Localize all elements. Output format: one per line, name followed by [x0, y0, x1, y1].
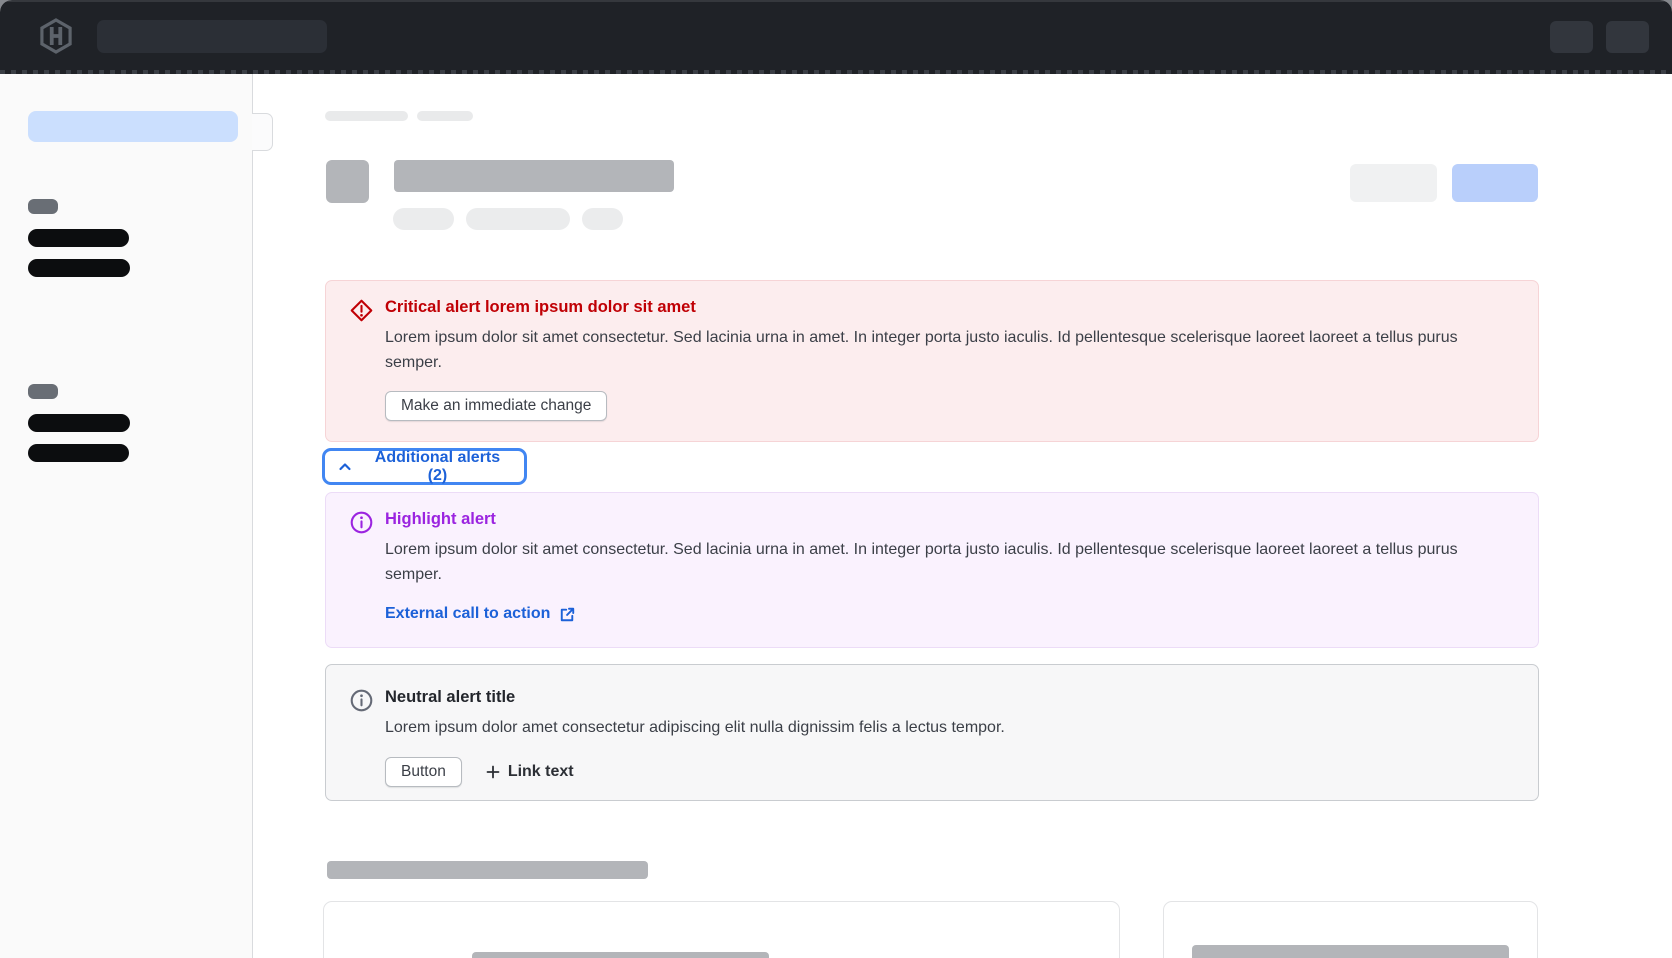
neutral-alert-title: Neutral alert title: [385, 687, 1514, 707]
neutral-alert-body: Lorem ipsum dolor amet consectetur adipi…: [385, 715, 1517, 740]
sidebar-section-label-skeleton: [28, 384, 58, 399]
topbar-action-skeleton[interactable]: [1550, 21, 1593, 53]
card-content-skeleton: [472, 952, 769, 958]
critical-alert: Critical alert lorem ipsum dolor sit ame…: [325, 280, 1539, 442]
sidebar-item-skeleton[interactable]: [28, 259, 130, 277]
primary-button-skeleton[interactable]: [1452, 164, 1538, 202]
breadcrumb-skeleton: [325, 111, 408, 121]
hashicorp-logo: [37, 17, 75, 55]
search-input-skeleton[interactable]: [97, 20, 327, 53]
sidebar-item-skeleton[interactable]: [28, 414, 130, 432]
immediate-change-button[interactable]: Make an immediate change: [385, 391, 607, 421]
badge-skeleton: [393, 208, 454, 230]
sidebar-section-label-skeleton: [28, 199, 58, 214]
page-icon-skeleton: [326, 160, 369, 203]
top-nav-bar: [0, 0, 1672, 74]
add-link-label: Link text: [508, 763, 574, 781]
sidebar-active-item-skeleton[interactable]: [28, 111, 238, 142]
section-title-skeleton: [327, 861, 648, 879]
chevron-up-icon: [337, 459, 353, 475]
app-window: Critical alert lorem ipsum dolor sit ame…: [0, 0, 1672, 958]
topbar-action-skeleton[interactable]: [1606, 21, 1649, 53]
alert-diamond-icon: [349, 298, 374, 323]
badge-skeleton: [466, 208, 570, 230]
plus-icon: [486, 765, 500, 779]
card-content-skeleton: [1192, 945, 1509, 958]
sidebar-item-skeleton[interactable]: [28, 444, 129, 462]
content-card: [1163, 901, 1538, 958]
info-icon: [349, 688, 374, 713]
breadcrumb-skeleton: [417, 111, 473, 121]
secondary-button-skeleton[interactable]: [1350, 164, 1437, 202]
external-link-icon: [559, 606, 576, 623]
highlight-alert-body: Lorem ipsum dolor sit amet consectetur. …: [385, 537, 1517, 587]
neutral-alert-actions: Button Link text: [385, 757, 1514, 787]
critical-alert-title: Critical alert lorem ipsum dolor sit ame…: [385, 297, 1514, 317]
sidebar-collapse-handle[interactable]: [252, 113, 273, 151]
neutral-alert: Neutral alert title Lorem ipsum dolor am…: [325, 664, 1539, 801]
badge-skeleton: [582, 208, 623, 230]
additional-alerts-label: Additional alerts (2): [363, 449, 512, 485]
neutral-button[interactable]: Button: [385, 757, 462, 787]
add-link[interactable]: Link text: [486, 763, 574, 781]
sidebar: [0, 74, 253, 958]
info-icon: [349, 510, 374, 535]
sidebar-item-skeleton[interactable]: [28, 229, 129, 247]
highlight-alert: Highlight alert Lorem ipsum dolor sit am…: [325, 492, 1539, 648]
content-card: [323, 901, 1120, 958]
page-title-skeleton: [394, 160, 674, 192]
external-cta-label: External call to action: [385, 605, 550, 623]
external-cta-link[interactable]: External call to action: [385, 605, 576, 623]
highlight-alert-title: Highlight alert: [385, 509, 1514, 529]
critical-alert-body: Lorem ipsum dolor sit amet consectetur. …: [385, 325, 1517, 375]
additional-alerts-toggle[interactable]: Additional alerts (2): [322, 448, 527, 485]
